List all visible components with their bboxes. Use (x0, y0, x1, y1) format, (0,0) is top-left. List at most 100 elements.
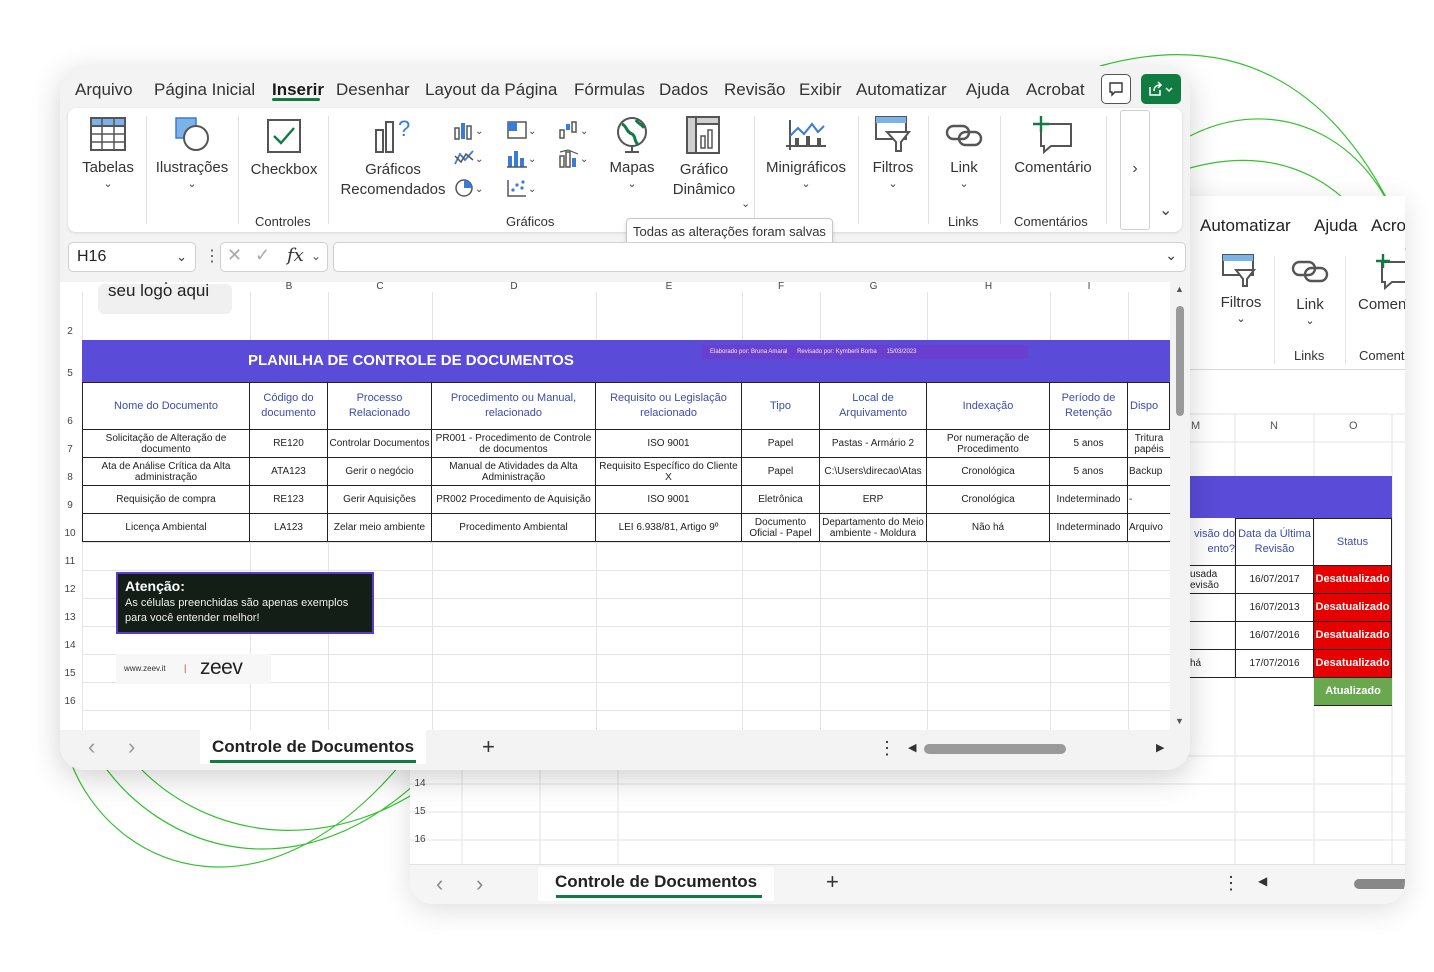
tab-prev-button[interactable]: ‹ (88, 734, 95, 760)
back-table-cell[interactable]: Desatualizado (1314, 650, 1392, 678)
table-cell[interactable]: - (1128, 486, 1170, 514)
table-header-cell[interactable]: Nome do Documento (82, 382, 250, 430)
table-cell[interactable]: 5 anos (1050, 458, 1128, 486)
horizontal-scroll-thumb[interactable] (924, 744, 1066, 754)
table-cell[interactable]: Departamento do Meio ambiente - Moldura (820, 514, 927, 542)
link-button[interactable]: Link ⌄ (934, 116, 994, 190)
table-cell[interactable]: Papel (742, 458, 820, 486)
table-cell[interactable]: 5 anos (1050, 430, 1128, 458)
column-header-i[interactable]: I (1050, 282, 1128, 292)
comentario-button[interactable]: Comentário (1008, 114, 1098, 178)
table-cell[interactable]: LA123 (250, 514, 328, 542)
row-header-13[interactable]: 13 (60, 612, 80, 623)
back-table-cell[interactable]: Desatualizado (1314, 622, 1392, 650)
menu-revisao[interactable]: Revisão (724, 80, 785, 100)
table-cell[interactable]: Eletrônica (742, 486, 820, 514)
back-menu-ajuda[interactable]: Ajuda (1314, 216, 1357, 236)
grafico-dinamico-button[interactable]: Gráfico Dinâmico (664, 114, 744, 200)
table-cell[interactable]: Procedimento Ambiental (432, 514, 596, 542)
menu-ajuda[interactable]: Ajuda (966, 80, 1009, 100)
row-header-7[interactable]: 7 (60, 444, 80, 455)
scroll-right-icon[interactable]: ▶ (1156, 741, 1164, 754)
back-table-cell[interactable]: 16/07/2013 (1235, 594, 1314, 622)
table-cell[interactable]: Documento Oficial - Papel (742, 514, 820, 542)
add-sheet-button[interactable]: + (482, 734, 495, 760)
cancel-icon[interactable]: ✕ (227, 245, 242, 266)
waterfall-chart-button[interactable]: ⌄ (558, 120, 598, 142)
filtros-button[interactable]: Filtros ⌄ (864, 114, 922, 190)
menu-inserir[interactable]: Inserir (272, 80, 324, 100)
sheet-tab-controle[interactable]: Controle de Documentos (200, 730, 426, 764)
combo-chart-button[interactable]: ⌄ (558, 148, 598, 170)
table-cell[interactable]: PR001 - Procedimento de Controle de docu… (432, 430, 596, 458)
table-cell[interactable]: ATA123 (250, 458, 328, 486)
table-header-cell[interactable]: Indexação (927, 382, 1050, 430)
graficos-recomendados-button[interactable]: ? Gráficos Recomendados (340, 114, 446, 200)
menu-desenhar[interactable]: Desenhar (336, 80, 410, 100)
tabelas-button[interactable]: Tabelas ⌄ (78, 114, 138, 190)
back-table-cell[interactable]: usada evisão (1190, 566, 1235, 594)
table-cell[interactable]: Gerir o negócio (328, 458, 432, 486)
share-button[interactable] (1141, 74, 1181, 104)
scroll-left-icon[interactable]: ◀ (908, 741, 916, 754)
back-table-cell[interactable]: 16/07/2016 (1235, 622, 1314, 650)
back-table-cell[interactable] (1190, 678, 1235, 706)
back-table-cell[interactable]: 17/07/2016 (1235, 650, 1314, 678)
row-header-8[interactable]: 8 (60, 472, 80, 483)
table-cell[interactable]: Indeterminado (1050, 486, 1128, 514)
comments-button[interactable] (1101, 74, 1131, 104)
menu-automatizar[interactable]: Automatizar (856, 80, 947, 100)
table-cell[interactable]: Tritura papéis (1128, 430, 1170, 458)
table-cell[interactable]: Ata de Análise Crítica da Alta administr… (82, 458, 250, 486)
scroll-down-icon[interactable]: ▼ (1175, 716, 1184, 726)
expand-formula-icon[interactable]: ⌄ (1165, 247, 1177, 264)
menu-formulas[interactable]: Fórmulas (574, 80, 645, 100)
spreadsheet-grid[interactable]: ABCDEFGHI 25678910111213141516 seu logo … (60, 282, 1170, 730)
row-header-5[interactable]: 5 (60, 368, 80, 379)
scroll-up-icon[interactable]: ▲ (1175, 284, 1184, 294)
table-header-cell[interactable]: Local de Arquivamento (820, 382, 927, 430)
table-cell[interactable]: Manual de Atividades da Alta Administraç… (432, 458, 596, 486)
back-more-icon[interactable]: ⋮ (1222, 873, 1240, 894)
row-header-11[interactable]: 11 (60, 556, 80, 567)
column-header-c[interactable]: C (328, 282, 432, 292)
formula-input[interactable]: ⌄ (333, 242, 1186, 272)
back-table-cell[interactable]: Desatualizado (1314, 594, 1392, 622)
back-add-sheet-button[interactable]: + (826, 869, 839, 895)
menu-exibir[interactable]: Exibir (799, 80, 842, 100)
table-cell[interactable]: Arquivo (1128, 514, 1170, 542)
back-menu-automatizar[interactable]: Automatizar (1200, 216, 1291, 236)
table-cell[interactable]: Gerir Aquisições (328, 486, 432, 514)
table-cell[interactable]: Cronológica (927, 486, 1050, 514)
table-cell[interactable]: Controlar Documentos (328, 430, 432, 458)
insert-function-icon[interactable]: fx (287, 245, 304, 266)
row-header-16[interactable]: 16 (60, 696, 80, 707)
menu-acrobat[interactable]: Acrobat (1026, 80, 1085, 100)
tab-next-button[interactable]: › (128, 734, 135, 760)
table-cell[interactable]: RE120 (250, 430, 328, 458)
back-table-cell[interactable] (1190, 594, 1235, 622)
ilustracoes-button[interactable]: Ilustrações ⌄ (154, 114, 230, 190)
back-table-cell[interactable]: 16/07/2017 (1235, 566, 1314, 594)
minigraficos-button[interactable]: Minigráficos ⌄ (762, 116, 850, 190)
table-cell[interactable]: ERP (820, 486, 927, 514)
mapas-button[interactable]: Mapas ⌄ (606, 114, 658, 190)
column-header-e[interactable]: E (596, 282, 742, 292)
row-header-12[interactable]: 12 (60, 584, 80, 595)
table-header-cell[interactable]: Dispo (1128, 382, 1170, 430)
back-table-cell[interactable]: Atualizado (1314, 678, 1392, 706)
menu-arquivo[interactable]: Arquivo (75, 80, 133, 100)
column-chart-button[interactable]: ⌄ (453, 120, 493, 142)
table-cell[interactable]: Requisição de compra (82, 486, 250, 514)
column-header-b[interactable]: B (250, 282, 328, 292)
ribbon-more-button[interactable]: › (1120, 110, 1150, 230)
column-header-h[interactable]: H (927, 282, 1050, 292)
back-h-scrollbar[interactable] (1354, 879, 1405, 889)
column-header-g[interactable]: G (820, 282, 927, 292)
table-header-cell[interactable]: Código do documento (250, 382, 328, 430)
back-scroll-left-icon[interactable]: ◀ (1258, 874, 1267, 888)
menu-dados[interactable]: Dados (659, 80, 708, 100)
table-cell[interactable]: PR002 Procedimento de Aquisição (432, 486, 596, 514)
table-cell[interactable]: Não há (927, 514, 1050, 542)
row-header-14[interactable]: 14 (60, 640, 80, 651)
